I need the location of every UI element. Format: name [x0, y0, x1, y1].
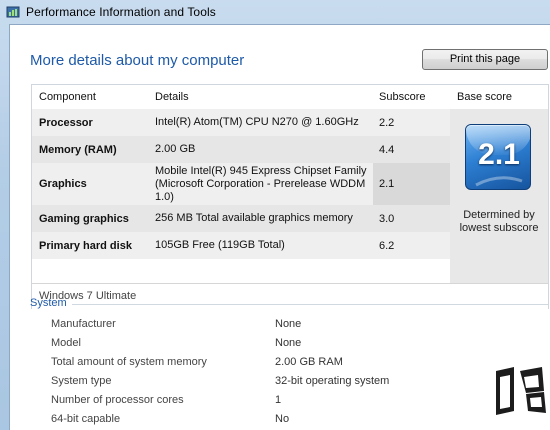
table-row: Graphics Mobile Intel(R) 945 Express Chi… [32, 163, 450, 205]
header-component: Component [39, 91, 96, 103]
base-score-tile[interactable]: 2.1 [465, 124, 531, 190]
page-title: More details about my computer [30, 52, 245, 69]
component-name: Primary hard disk [32, 232, 149, 259]
windows-edition: Windows 7 Ultimate [32, 283, 548, 309]
header-subscore: Subscore [379, 91, 426, 103]
table-row: Primary hard disk 105GB Free (119GB Tota… [32, 232, 450, 259]
window-title: Performance Information and Tools [26, 5, 216, 19]
component-details: Intel(R) Atom(TM) CPU N270 @ 1.60GHz [149, 109, 373, 136]
component-name: Gaming graphics [32, 205, 149, 232]
component-name: Processor [32, 109, 149, 136]
window: Performance Information and Tools More d… [0, 0, 550, 430]
system-label: Manufacturer [51, 318, 116, 330]
subscore: 4.4 [373, 136, 450, 163]
base-score-caption: Determined by lowest subscore [459, 209, 539, 234]
base-score-area: 2.1 Determined by lowest subscore [450, 109, 548, 283]
section-divider [72, 304, 548, 305]
component-details: 2.00 GB [149, 136, 373, 163]
score-table: Component Details Subscore Base score Pr… [31, 84, 549, 309]
system-label: System type [51, 375, 112, 387]
header-details: Details [155, 91, 189, 103]
system-value: No [275, 413, 290, 425]
system-label: 64-bit capable [51, 413, 121, 425]
windows-flag-icon [475, 176, 523, 187]
subscore: 2.2 [373, 109, 450, 136]
system-label: Number of processor cores [51, 394, 184, 406]
subscore: 3.0 [373, 205, 450, 232]
print-button[interactable]: Print this page [422, 49, 548, 70]
component-details: 256 MB Total available graphics memory [149, 205, 373, 232]
system-section-title: System [30, 297, 67, 309]
system-label: Model [51, 337, 81, 349]
base-score-value: 2.1 [478, 138, 520, 171]
content-area: More details about my computer Print thi… [9, 24, 550, 430]
component-name: Graphics [32, 163, 149, 205]
table-row: Processor Intel(R) Atom(TM) CPU N270 @ 1… [32, 109, 450, 136]
system-value: 2.00 GB RAM [275, 356, 343, 368]
header-base-score: Base score [457, 91, 513, 103]
subscore: 6.2 [373, 232, 450, 259]
system-value: 32-bit operating system [275, 375, 390, 387]
title-bar[interactable]: Performance Information and Tools [0, 0, 550, 24]
subscore: 2.1 [373, 163, 450, 205]
table-row: Gaming graphics 256 MB Total available g… [32, 205, 450, 232]
performance-tools-icon [6, 5, 20, 19]
component-name: Memory (RAM) [32, 136, 149, 163]
component-details: Mobile Intel(R) 945 Express Chipset Fami… [149, 163, 373, 205]
system-value: 1 [275, 394, 282, 406]
component-details: 105GB Free (119GB Total) [149, 232, 373, 259]
system-value: None [275, 318, 302, 330]
table-row: Memory (RAM) 2.00 GB 4.4 [32, 136, 450, 163]
system-label: Total amount of system memory [51, 356, 207, 368]
legit-reviews-logo [496, 367, 546, 415]
system-value: None [275, 337, 302, 349]
